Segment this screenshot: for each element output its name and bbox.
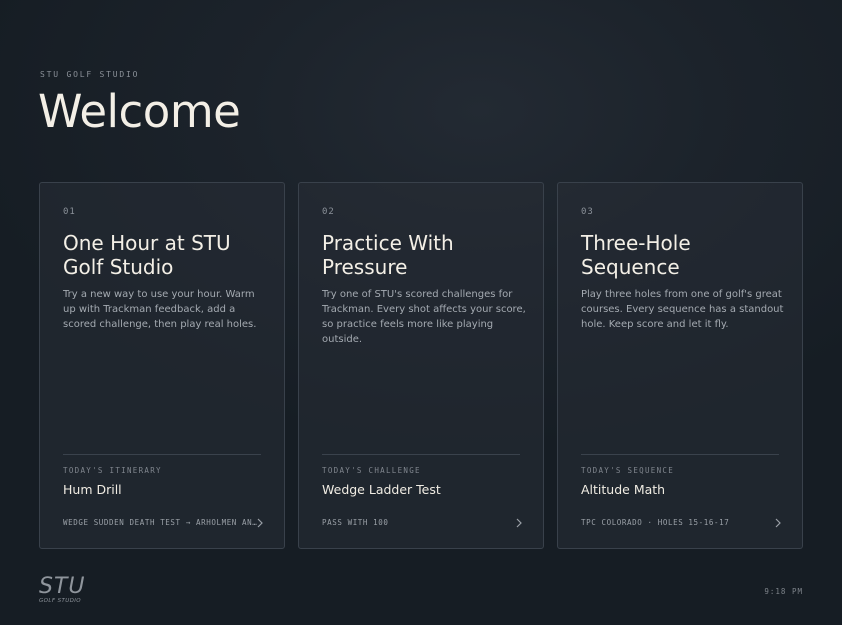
card-title: Practice With Pressure [322,231,454,279]
card-one-hour[interactable]: 01 One Hour at STU Golf Studio Try a new… [39,182,285,549]
eyebrow-label: STU GOLF STUDIO [40,70,140,79]
card-description: Play three holes from one of golf's grea… [581,289,784,330]
chevron-right-icon[interactable] [513,515,525,529]
card-divider [581,454,779,455]
card-description: Try one of STU's scored challenges for T… [322,289,526,345]
card-value: Hum Drill [63,482,122,497]
card-title: Three-Hole Sequence [581,231,691,279]
card-footer-text: TPC COLORADO · HOLES 15-16-17 [581,518,730,527]
page-title: Welcome [38,85,241,138]
card-number: 02 [322,207,335,217]
card-label: TODAY'S ITINERARY [63,466,162,475]
card-number: 03 [581,207,594,217]
card-value: Wedge Ladder Test [322,482,441,497]
logo-subtext: GOLF STUDIO [39,598,82,604]
card-practice-pressure[interactable]: 02 Practice With Pressure Try one of STU… [298,182,544,549]
chevron-right-icon[interactable] [772,515,784,529]
card-value: Altitude Math [581,482,666,497]
chevron-right-icon[interactable] [254,515,266,529]
card-footer-text: WEDGE SUDDEN DEATH TEST → ARHOLMEN AND T… [63,518,259,527]
card-three-hole[interactable]: 03 Three-Hole Sequence Play three holes … [557,182,803,549]
logo-text: STU [39,574,86,599]
card-footer-text: PASS WITH 100 [322,518,389,527]
card-divider [63,454,261,455]
card-list: 01 One Hour at STU Golf Studio Try a new… [39,182,803,549]
studio-logo: STU GOLF STUDIO [39,574,86,605]
clock: 9:18 PM [764,587,803,596]
card-title: One Hour at STU Golf Studio [63,231,231,279]
card-label: TODAY'S SEQUENCE [581,466,675,475]
card-number: 01 [63,207,76,217]
card-description: Try a new way to use your hour. Warm up … [63,289,257,330]
card-divider [322,454,520,455]
card-label: TODAY'S CHALLENGE [322,466,421,475]
